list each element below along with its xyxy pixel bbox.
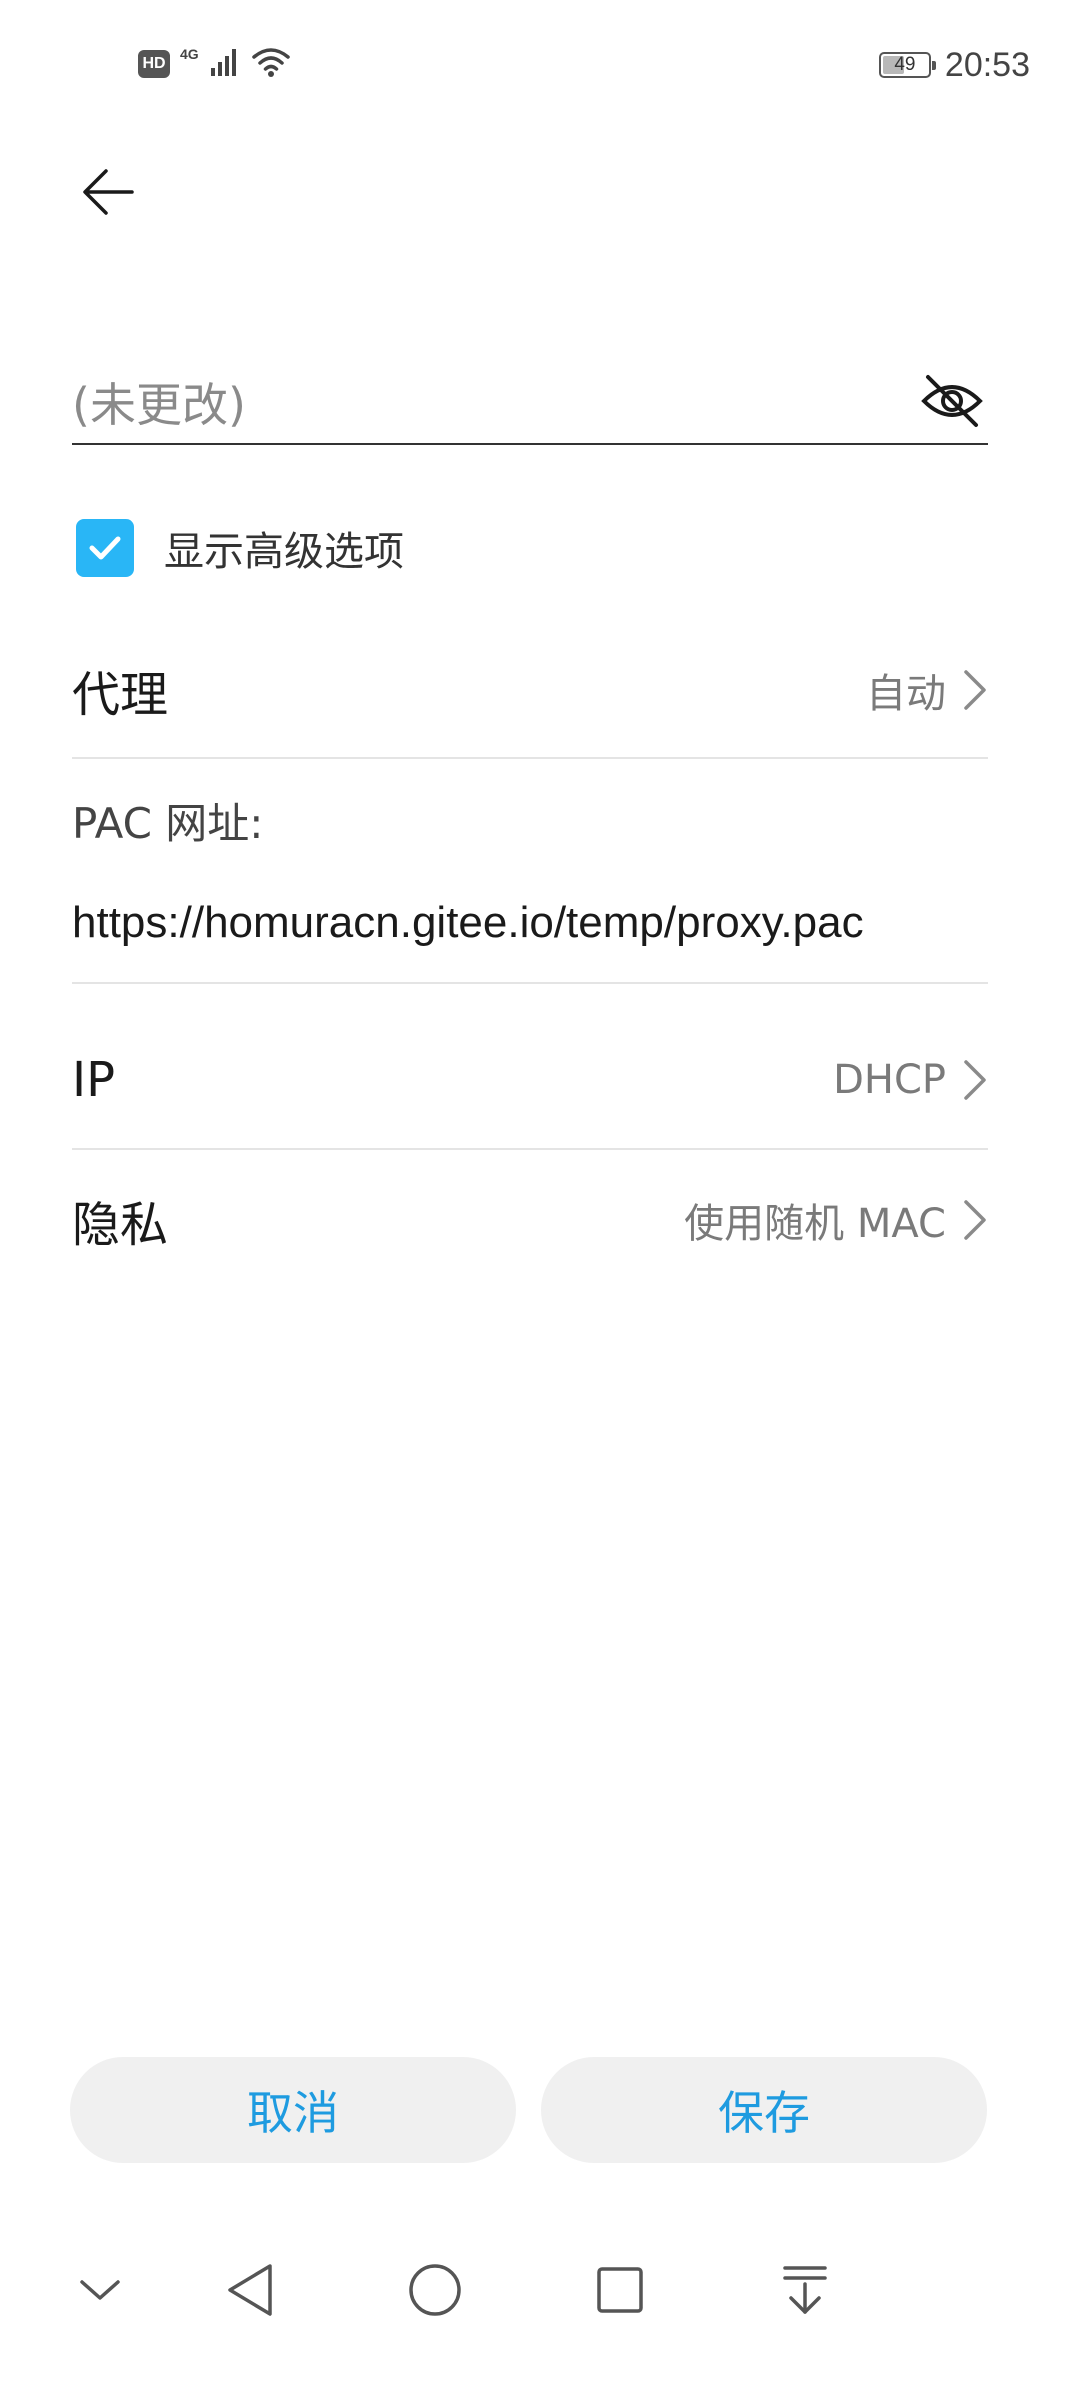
proxy-row[interactable]: 代理 自动 xyxy=(72,640,988,740)
cancel-button[interactable]: 取消 xyxy=(70,2057,516,2163)
privacy-row[interactable]: 隐私 使用随机 MAC xyxy=(72,1170,988,1270)
status-bar-right: 49 20:53 xyxy=(878,40,1030,90)
wifi-icon xyxy=(251,46,291,82)
ip-row[interactable]: IP DHCP xyxy=(72,1030,988,1130)
notification-pull-button[interactable] xyxy=(755,2240,855,2340)
nav-recents-button[interactable] xyxy=(570,2240,670,2340)
eye-hidden-icon xyxy=(921,375,983,427)
privacy-value: 使用随机 MAC xyxy=(684,1201,946,1247)
privacy-label: 隐私 xyxy=(72,1197,169,1253)
chevron-right-icon xyxy=(962,1198,988,1242)
pac-url-label: PAC 网址: xyxy=(72,799,264,848)
show-advanced-row[interactable]: 显示高级选项 xyxy=(76,516,404,580)
divider xyxy=(72,1148,988,1150)
pac-url-input[interactable]: https://homuracn.gitee.io/temp/proxy.pac xyxy=(72,898,864,948)
back-arrow-icon xyxy=(83,169,134,215)
show-advanced-label: 显示高级选项 xyxy=(164,529,404,575)
password-field[interactable]: (未更改) xyxy=(72,355,988,445)
back-button[interactable] xyxy=(66,150,150,234)
hide-nav-button[interactable] xyxy=(50,2240,150,2340)
battery-icon: 49 xyxy=(878,52,936,78)
hd-icon: HD xyxy=(138,50,170,78)
nav-home-icon xyxy=(409,2264,461,2316)
chevron-down-icon xyxy=(80,2280,120,2300)
status-time: 20:53 xyxy=(944,45,1030,84)
divider xyxy=(72,757,988,759)
show-advanced-checkbox[interactable] xyxy=(76,519,134,577)
network-type-label: 4G xyxy=(180,46,199,62)
ip-label: IP xyxy=(72,1052,116,1108)
chevron-right-icon xyxy=(962,1058,988,1102)
proxy-label: 代理 xyxy=(72,667,169,723)
chevron-right-icon xyxy=(962,668,988,712)
notification-pull-icon xyxy=(783,2266,827,2314)
divider xyxy=(72,982,988,984)
signal-icon xyxy=(209,46,241,82)
save-button[interactable]: 保存 xyxy=(541,2057,987,2163)
nav-back-icon xyxy=(228,2264,272,2316)
toggle-password-visibility-button[interactable] xyxy=(916,365,988,437)
nav-recents-icon xyxy=(597,2267,643,2313)
checkmark-icon xyxy=(89,536,121,560)
navigation-bar xyxy=(0,2240,1080,2340)
proxy-value: 自动 xyxy=(866,671,946,717)
status-bar-left: HD 4G xyxy=(138,44,291,84)
ip-value: DHCP xyxy=(833,1057,946,1103)
nav-back-button[interactable] xyxy=(200,2240,300,2340)
battery-level: 49 xyxy=(894,54,916,75)
password-placeholder: (未更改) xyxy=(72,378,246,432)
nav-home-button[interactable] xyxy=(385,2240,485,2340)
